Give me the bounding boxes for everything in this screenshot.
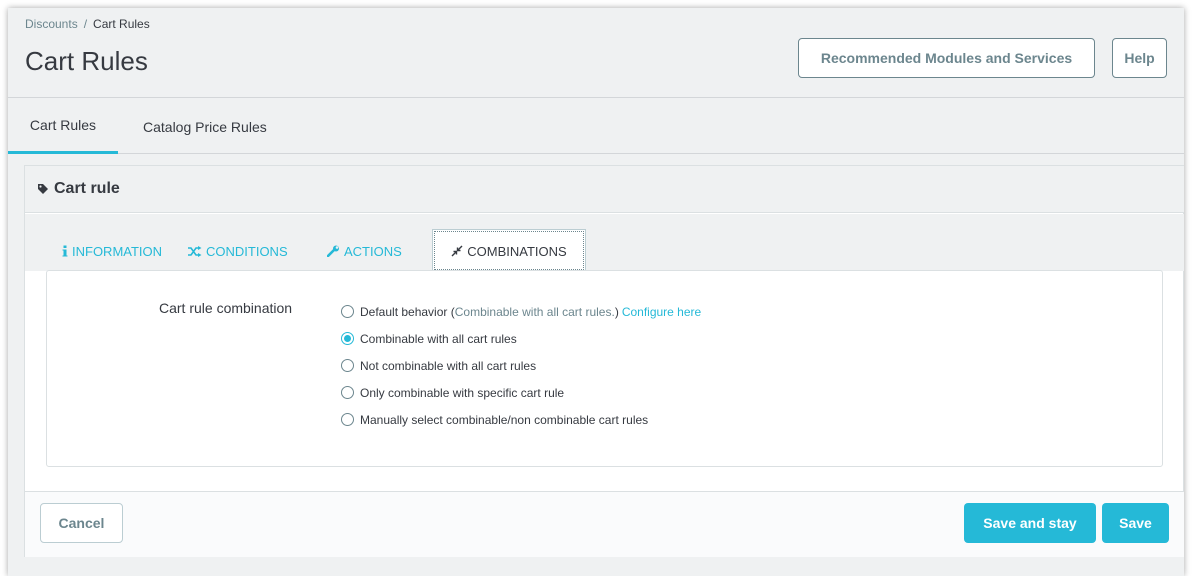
- radio-specific-label: Only combinable with specific cart rule: [360, 385, 565, 400]
- wrench-icon: [327, 245, 339, 257]
- tab-actions-label: ACTIONS: [344, 243, 402, 259]
- cart-rule-combination-label: Cart rule combination: [159, 300, 293, 316]
- panel-heading: Cart rule: [25, 166, 1184, 213]
- radio-specific[interactable]: [341, 386, 354, 399]
- tab-actions[interactable]: ACTIONS: [327, 231, 402, 271]
- tab-conditions[interactable]: CONDITIONS: [188, 231, 288, 271]
- configure-here-link[interactable]: Configure here: [622, 305, 701, 319]
- radio-default[interactable]: [341, 305, 354, 318]
- info-icon: [62, 245, 68, 257]
- cart-rule-panel: Cart rule INFORMATION CONDITIONS ACTIONS…: [24, 165, 1184, 557]
- save-button[interactable]: Save: [1102, 503, 1169, 543]
- cancel-button[interactable]: Cancel: [40, 503, 123, 543]
- shuffle-icon: [188, 245, 202, 257]
- breadcrumb: Discounts / Cart Rules: [25, 17, 150, 31]
- page-header: Discounts / Cart Rules Cart Rules Recommen…: [8, 8, 1184, 98]
- tab-information[interactable]: INFORMATION: [62, 231, 162, 271]
- radio-manual-label: Manually select combinable/non combinabl…: [360, 412, 649, 427]
- radio-not-combinable[interactable]: [341, 359, 354, 372]
- top-tabs: Cart Rules Catalog Price Rules: [8, 99, 1184, 154]
- radio-option-manual[interactable]: Manually select combinable/non combinabl…: [341, 406, 701, 433]
- radio-option-default[interactable]: Default behavior (Combinable with all ca…: [341, 298, 701, 325]
- tab-conditions-label: CONDITIONS: [206, 243, 288, 259]
- tab-combinations[interactable]: COMBINATIONS: [432, 229, 586, 272]
- radio-default-note: Combinable with all cart rules.: [454, 304, 615, 319]
- radio-not-combinable-label: Not combinable with all cart rules: [360, 358, 537, 373]
- tab-cart-rules[interactable]: Cart Rules: [8, 99, 118, 154]
- radio-option-combinable-all[interactable]: Combinable with all cart rules: [341, 325, 701, 352]
- tab-catalog-price-rules[interactable]: Catalog Price Rules: [143, 99, 267, 154]
- radio-option-specific[interactable]: Only combinable with specific cart rule: [341, 379, 701, 406]
- tab-combinations-label: COMBINATIONS: [467, 243, 567, 259]
- tab-information-label: INFORMATION: [72, 243, 163, 259]
- help-button[interactable]: Help: [1112, 38, 1167, 78]
- radio-default-note-close: ): [614, 304, 619, 319]
- compress-icon: [451, 245, 463, 257]
- combinations-form: Cart rule combination Default behavior (…: [46, 270, 1163, 467]
- combination-radio-group: Default behavior (Combinable with all ca…: [341, 298, 701, 433]
- radio-combinable-all-label: Combinable with all cart rules: [360, 331, 517, 346]
- breadcrumb-separator: /: [83, 17, 88, 31]
- page-title: Cart Rules: [25, 46, 148, 76]
- tag-icon: [38, 184, 48, 194]
- radio-option-not-combinable[interactable]: Not combinable with all cart rules: [341, 352, 701, 379]
- app-window: Discounts / Cart Rules Cart Rules Recommen…: [8, 8, 1184, 576]
- radio-combinable-all[interactable]: [341, 332, 354, 345]
- panel-title: Cart rule: [54, 180, 120, 197]
- breadcrumb-parent[interactable]: Discounts: [25, 17, 78, 31]
- panel-footer: Cancel Save and stay Save: [25, 491, 1184, 557]
- recommended-modules-button[interactable]: Recommended Modules and Services: [798, 38, 1095, 78]
- radio-default-label: Default behavior: [360, 304, 448, 319]
- breadcrumb-current: Cart Rules: [93, 17, 150, 31]
- save-and-stay-button[interactable]: Save and stay: [964, 503, 1096, 543]
- sub-tabs: INFORMATION CONDITIONS ACTIONS COMBINATI…: [25, 214, 1184, 272]
- radio-manual[interactable]: [341, 413, 354, 426]
